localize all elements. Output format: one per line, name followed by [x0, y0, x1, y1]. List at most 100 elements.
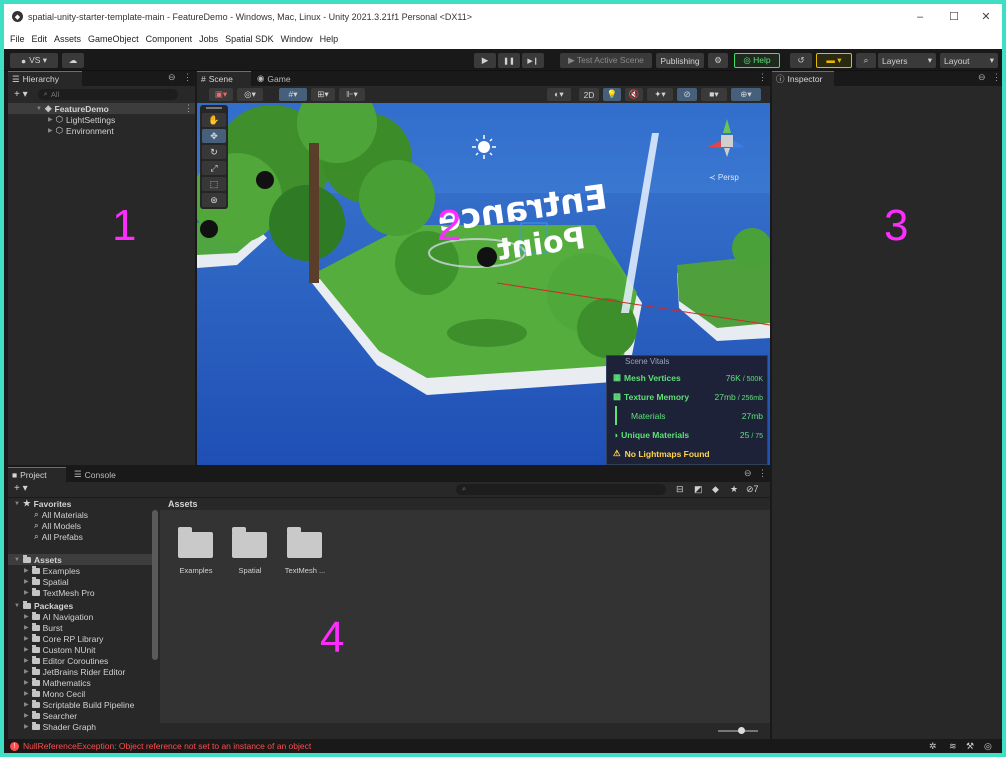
play-button[interactable]: ▶: [474, 53, 496, 68]
favorite-item[interactable]: ⌕ All Prefabs: [34, 531, 83, 542]
hierarchy-search-input[interactable]: ⌕ All: [37, 88, 178, 100]
package-item[interactable]: ▶ Shader Graph: [24, 721, 96, 732]
layout-dropdown[interactable]: Layout ▾: [940, 53, 998, 68]
test-active-scene-button[interactable]: ▶ Test Active Scene: [560, 53, 652, 68]
package-item[interactable]: ▶ Scriptable Build Pipeline: [24, 699, 134, 710]
favorite-item[interactable]: ⌕ All Materials: [34, 509, 88, 520]
scale-tool-button[interactable]: ⤢: [202, 161, 226, 175]
package-item[interactable]: ▶ Burst: [24, 622, 62, 633]
package-item[interactable]: ▶ Custom NUnit: [24, 644, 96, 655]
move-tool-button[interactable]: ✥: [202, 129, 226, 143]
folder-icon[interactable]: [287, 527, 322, 558]
cloud-button[interactable]: ☁: [62, 53, 84, 68]
create-asset-button[interactable]: + ▾: [14, 483, 28, 494]
filter-icon[interactable]: ◩: [694, 484, 703, 495]
account-dropdown[interactable]: ● VS ▾: [10, 53, 58, 68]
folder-item[interactable]: ▶ TextMesh Pro: [24, 587, 95, 598]
gizmos-dropdown[interactable]: ⊕▾: [731, 88, 761, 101]
settings-button[interactable]: ⚙: [708, 53, 728, 68]
bug-icon[interactable]: ✲: [929, 741, 937, 752]
label-icon[interactable]: ◆: [712, 484, 719, 495]
project-search-input[interactable]: ⌕: [456, 484, 666, 495]
pause-button[interactable]: ❚❚: [498, 53, 520, 68]
menu-help[interactable]: Help: [320, 34, 339, 44]
hierarchy-item[interactable]: ▶ ⬡ LightSettings: [48, 114, 115, 125]
audio-toggle[interactable]: 🔇: [625, 88, 643, 101]
menu-window[interactable]: Window: [281, 34, 313, 44]
history-button[interactable]: ↺: [790, 53, 812, 68]
tab-project[interactable]: ■ Project: [8, 467, 66, 482]
star-icon[interactable]: ★: [730, 484, 738, 495]
draw-mode-dropdown[interactable]: ▣▾: [209, 88, 233, 101]
render-mode-dropdown[interactable]: ◎▾: [237, 88, 263, 101]
effects-dropdown[interactable]: ✦▾: [647, 88, 673, 101]
add-object-button[interactable]: + ▾: [14, 89, 28, 100]
scene-viewport[interactable]: Entrance Point 2 ✋ ✥ ↻ ⤢ ⬚ ⊛ ≺ Persp Sce…: [197, 103, 770, 465]
menu-spatial-sdk[interactable]: Spatial SDK: [225, 34, 274, 44]
layers-icon[interactable]: ≋: [949, 741, 957, 752]
menu-jobs[interactable]: Jobs: [199, 34, 218, 44]
lock-icon[interactable]: ⊖: [744, 468, 752, 479]
close-button[interactable]: ✕: [970, 4, 1002, 29]
progress-check-icon[interactable]: ◎: [984, 741, 992, 752]
increment-dropdown[interactable]: ⊩▾: [339, 88, 365, 101]
publishing-button[interactable]: Publishing: [656, 53, 704, 68]
grid-snap-dropdown[interactable]: #▾: [279, 88, 307, 101]
breadcrumb-item[interactable]: Assets: [168, 499, 198, 509]
folder-icon[interactable]: [178, 527, 213, 558]
folder-item[interactable]: ▶ Spatial: [24, 576, 69, 587]
light-toggle[interactable]: 💡: [603, 88, 621, 101]
2d-toggle[interactable]: 2D: [579, 88, 599, 101]
persp-label[interactable]: ≺ Persp: [709, 173, 739, 182]
help-button[interactable]: ◎ Help: [734, 53, 780, 68]
menu-gameobject[interactable]: GameObject: [88, 34, 139, 44]
favorites-header[interactable]: ▼ ★ Favorites: [14, 498, 71, 509]
packages-header[interactable]: ▼ Packages: [14, 600, 73, 611]
build-icon[interactable]: ⚒: [966, 741, 974, 752]
tool-dropdown[interactable]: ▬ ▾: [816, 53, 852, 68]
tree-scrollbar[interactable]: [152, 510, 158, 660]
tab-hierarchy[interactable]: ☰ Hierarchy: [8, 71, 82, 86]
folder-item[interactable]: ▶ Examples: [24, 565, 80, 576]
package-item[interactable]: ▶ Searcher: [24, 710, 77, 721]
layers-dropdown[interactable]: Layers ▾: [878, 53, 936, 68]
tab-console[interactable]: ☰ Console: [70, 467, 130, 482]
package-item[interactable]: ▶ JetBrains Rider Editor: [24, 666, 125, 677]
menu-edit[interactable]: Edit: [32, 34, 48, 44]
rotate-tool-button[interactable]: ↻: [202, 145, 226, 159]
package-item[interactable]: ▶ Mono Cecil: [24, 688, 85, 699]
maximize-button[interactable]: ☐: [938, 4, 970, 29]
snap-increment-dropdown[interactable]: ⊞▾: [311, 88, 335, 101]
hidden-packages-toggle[interactable]: ⊘7: [746, 484, 759, 495]
package-item[interactable]: ▶ AI Navigation: [24, 611, 93, 622]
kebab-menu-icon[interactable]: ⋮: [758, 72, 767, 83]
transform-tool-button[interactable]: ⊛: [202, 193, 226, 207]
lock-icon[interactable]: ⊖: [168, 72, 176, 83]
tab-scene[interactable]: # Scene: [197, 71, 251, 86]
rect-tool-button[interactable]: ⬚: [202, 177, 226, 191]
kebab-menu-icon[interactable]: ⋮: [758, 468, 767, 479]
package-item[interactable]: ▶ Mathematics: [24, 677, 91, 688]
scene-root-item[interactable]: ▼ ◈ FeatureDemo: [36, 103, 109, 114]
menu-assets[interactable]: Assets: [54, 34, 81, 44]
kebab-menu-icon[interactable]: ⋮: [992, 72, 1001, 83]
orientation-gizmo[interactable]: [702, 115, 752, 165]
folder-icon[interactable]: [232, 527, 267, 558]
kebab-menu-icon[interactable]: ⋮: [183, 72, 192, 83]
package-item[interactable]: ▶ Editor Coroutines: [24, 655, 108, 666]
lock-icon[interactable]: ⊖: [978, 72, 986, 83]
minimize-button[interactable]: –: [904, 4, 936, 29]
menu-file[interactable]: File: [10, 34, 25, 44]
status-error-message[interactable]: NullReferenceException: Object reference…: [23, 741, 311, 751]
tab-inspector[interactable]: ⓘ Inspector: [772, 71, 834, 86]
assets-header[interactable]: ▼ Assets: [14, 554, 62, 565]
menu-component[interactable]: Component: [146, 34, 193, 44]
tab-game[interactable]: ◉ Game: [253, 71, 303, 86]
camera-dropdown[interactable]: ■▾: [701, 88, 727, 101]
hand-tool-button[interactable]: ✋: [202, 113, 226, 127]
search-by-type-icon[interactable]: ⊟: [676, 484, 684, 495]
scene-kebab-icon[interactable]: ⋮: [184, 103, 193, 114]
zoom-slider-handle[interactable]: [738, 727, 745, 734]
step-button[interactable]: ▶❙: [522, 53, 544, 68]
lighting-dropdown[interactable]: ◐▾: [547, 88, 571, 101]
